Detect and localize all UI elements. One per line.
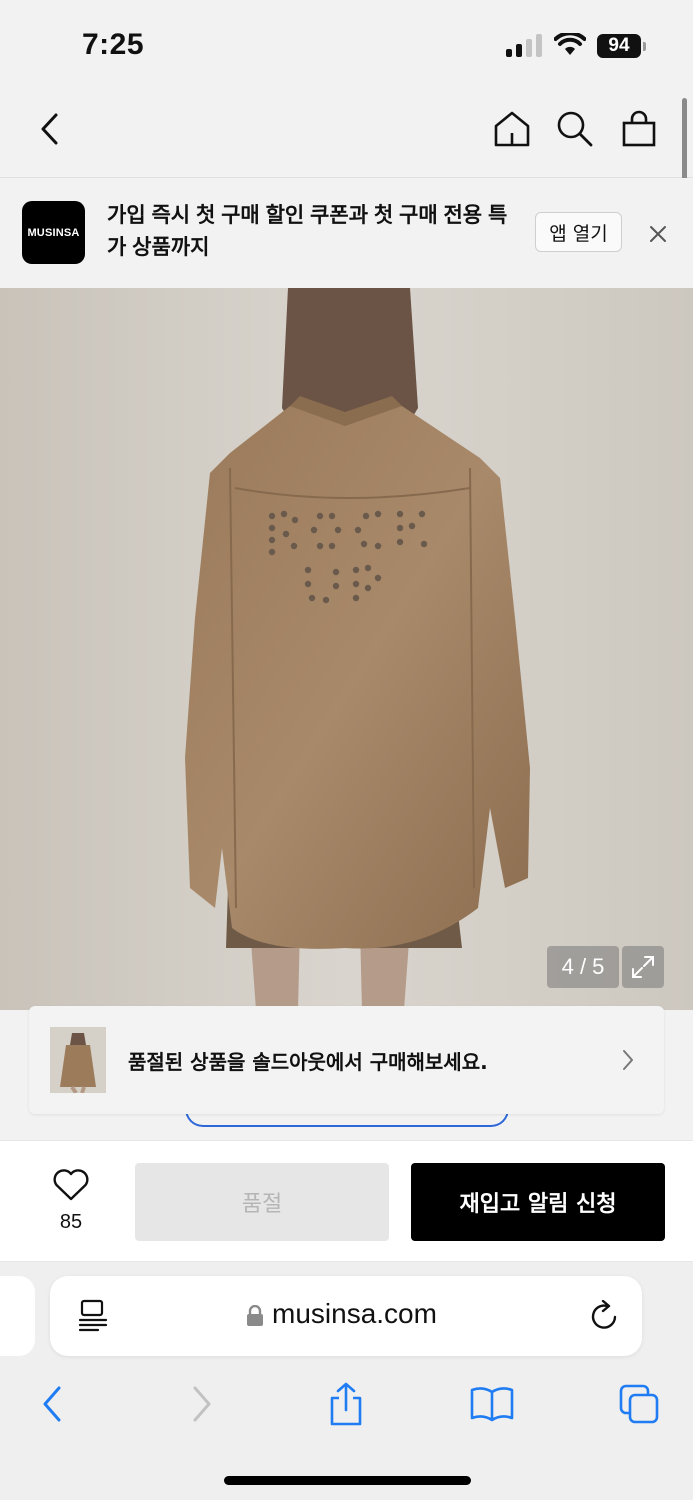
browser-toolbar: musinsa.com — [0, 1262, 693, 1500]
bag-icon[interactable] — [618, 108, 660, 150]
musinsa-logo: MUSINSA — [22, 201, 85, 264]
soldout-link-card[interactable]: 품절된 상품을 솔드아웃에서 구매해보세요. — [29, 1006, 664, 1114]
share-icon[interactable] — [322, 1380, 370, 1428]
status-time: 7:25 — [82, 28, 145, 61]
tabs-icon[interactable] — [615, 1380, 663, 1428]
address-bar[interactable]: musinsa.com — [50, 1276, 642, 1356]
open-app-button[interactable]: 앱 열기 — [535, 212, 622, 252]
promo-text: 가입 즉시 첫 구매 할인 쿠폰과 첫 구매 전용 특가 상품까지 — [107, 204, 508, 259]
home-indicator — [224, 1476, 471, 1485]
restock-alert-button[interactable]: 재입고 알림 신청 — [411, 1163, 665, 1241]
purchase-action-bar: 85 품절 재입고 알림 신청 — [0, 1140, 693, 1262]
soldout-text: 품절된 상품을 솔드아웃에서 구매해보세요. — [128, 1050, 488, 1074]
close-icon[interactable] — [646, 222, 670, 246]
battery-indicator: 94 — [597, 34, 641, 58]
lock-icon — [247, 1305, 263, 1326]
browser-forward-icon — [178, 1380, 226, 1428]
reader-icon[interactable] — [78, 1298, 108, 1332]
bookmarks-icon[interactable] — [468, 1380, 516, 1428]
url-text: musinsa.com — [272, 1298, 437, 1329]
status-bar: 7:25 94 — [0, 0, 693, 90]
product-thumbnail — [50, 1027, 106, 1093]
reload-icon[interactable] — [590, 1300, 620, 1332]
soldout-button: 품절 — [135, 1163, 389, 1241]
back-icon[interactable] — [29, 108, 71, 150]
app-promo-banner: MUSINSA 가입 즉시 첫 구매 할인 쿠폰과 첫 구매 전용 특가 상품까… — [0, 178, 693, 288]
nav-header — [0, 90, 693, 178]
wifi-icon — [554, 33, 586, 55]
signal-icon — [506, 33, 542, 57]
like-count: 85 — [59, 1211, 83, 1233]
product-image[interactable] — [0, 288, 693, 1010]
previous-tab-pill[interactable] — [0, 1276, 35, 1356]
image-counter: 4 / 5 — [547, 946, 619, 988]
battery-tip — [643, 42, 646, 51]
expand-icon[interactable] — [622, 946, 664, 988]
chevron-right-icon — [623, 1050, 633, 1070]
home-icon[interactable] — [491, 108, 533, 150]
heart-icon[interactable] — [52, 1168, 90, 1202]
page: 7:25 94 MUSINSA 가입 즉시 첫 구매 할인 쿠폰과 첫 구매 전… — [0, 0, 693, 1500]
product-photo — [0, 288, 693, 1010]
search-icon[interactable] — [554, 108, 596, 150]
browser-back-icon[interactable] — [28, 1380, 76, 1428]
